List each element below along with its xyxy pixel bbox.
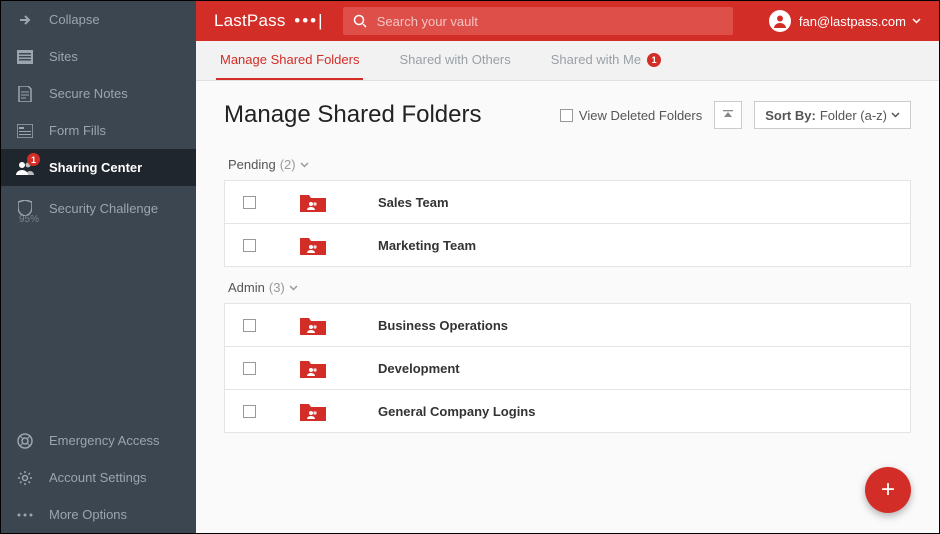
group-name: Pending [228, 157, 276, 172]
add-button[interactable]: + [865, 467, 911, 513]
sort-button[interactable]: Sort By: Folder (a-z) [754, 101, 911, 129]
logo-text: LastPass [214, 11, 286, 31]
chevron-down-icon [300, 162, 309, 168]
sidebar-item-label: More Options [49, 507, 127, 522]
sidebar-collapse[interactable]: Collapse [1, 1, 196, 38]
sidebar-item-security-challenge[interactable]: 95% Security Challenge [1, 186, 196, 230]
sort-value: Folder (a-z) [820, 108, 887, 123]
sidebar-item-label: Form Fills [49, 123, 106, 138]
shared-folder-icon [300, 315, 326, 335]
form-icon [15, 121, 35, 141]
sidebar-item-sites[interactable]: Sites [1, 38, 196, 75]
sidebar-item-account-settings[interactable]: Account Settings [1, 459, 196, 496]
sharing-badge: 1 [27, 153, 40, 166]
checkbox[interactable] [560, 109, 573, 122]
sidebar: Collapse Sites Secure Notes Form Fills 1 [1, 1, 196, 533]
lifebuoy-icon [15, 431, 35, 451]
tabs: Manage Shared Folders Shared with Others… [196, 41, 939, 81]
sidebar-item-form-fills[interactable]: Form Fills [1, 112, 196, 149]
user-email: fan@lastpass.com [799, 14, 906, 29]
gear-icon [15, 468, 35, 488]
plus-icon: + [881, 476, 895, 504]
sidebar-item-label: Sharing Center [49, 160, 142, 175]
chevron-down-icon [912, 18, 921, 24]
group-header-admin[interactable]: Admin (3) [228, 280, 911, 295]
tab-shared-with-me[interactable]: Shared with Me 1 [547, 41, 665, 80]
folder-row[interactable]: Development [224, 346, 911, 390]
collapse-all-button[interactable] [714, 101, 742, 129]
folder-name: Development [378, 361, 460, 376]
group-header-pending[interactable]: Pending (2) [228, 157, 911, 172]
avatar-icon [769, 10, 791, 32]
sidebar-item-emergency[interactable]: Emergency Access [1, 422, 196, 459]
user-menu[interactable]: fan@lastpass.com [769, 10, 921, 32]
folder-row[interactable]: Marketing Team [224, 223, 911, 267]
group-count: (3) [269, 280, 285, 295]
tab-manage-shared-folders[interactable]: Manage Shared Folders [216, 41, 363, 80]
search-wrap[interactable] [343, 7, 733, 35]
checkbox[interactable] [243, 319, 256, 332]
chevron-down-icon [289, 285, 298, 291]
vault-icon [15, 47, 35, 67]
folder-name: General Company Logins [378, 404, 535, 419]
folder-name: Business Operations [378, 318, 508, 333]
shared-folder-icon [300, 401, 326, 421]
search-icon [353, 14, 377, 28]
note-icon [15, 84, 35, 104]
search-input[interactable] [377, 14, 723, 29]
shared-folder-icon [300, 358, 326, 378]
tab-badge: 1 [647, 53, 661, 67]
folder-row[interactable]: Sales Team [224, 180, 911, 224]
sidebar-item-label: Security Challenge [49, 201, 158, 216]
tab-label: Shared with Me [551, 52, 641, 67]
main: LastPass •••| fan@lastpass.com Mana [196, 1, 939, 533]
topbar: LastPass •••| fan@lastpass.com [196, 1, 939, 41]
folder-row[interactable]: General Company Logins [224, 389, 911, 433]
checkbox[interactable] [243, 362, 256, 375]
folder-row[interactable]: Business Operations [224, 303, 911, 347]
dots-icon [15, 505, 35, 525]
group-count: (2) [280, 157, 296, 172]
content: Manage Shared Folders View Deleted Folde… [196, 81, 939, 533]
sidebar-item-more-options[interactable]: More Options [1, 496, 196, 533]
triangle-up-icon [722, 110, 734, 120]
logo: LastPass •••| [214, 11, 323, 31]
sidebar-item-label: Secure Notes [49, 86, 128, 101]
folder-name: Marketing Team [378, 238, 476, 253]
shared-folder-icon [300, 192, 326, 212]
arrow-right-icon [15, 10, 35, 30]
sidebar-item-label: Sites [49, 49, 78, 64]
tab-label: Shared with Others [399, 52, 510, 67]
security-percent: 95% [19, 214, 39, 225]
sidebar-item-label: Emergency Access [49, 433, 160, 448]
group-name: Admin [228, 280, 265, 295]
page-title: Manage Shared Folders [224, 101, 481, 129]
view-deleted-toggle[interactable]: View Deleted Folders [560, 108, 702, 123]
sidebar-item-sharing-center[interactable]: 1 Sharing Center [1, 149, 196, 186]
chevron-down-icon [891, 112, 900, 118]
tab-label: Manage Shared Folders [220, 52, 359, 67]
shared-folder-icon [300, 235, 326, 255]
sort-label: Sort By: [765, 108, 816, 123]
tab-shared-with-others[interactable]: Shared with Others [395, 41, 514, 80]
folder-name: Sales Team [378, 195, 449, 210]
checkbox[interactable] [243, 405, 256, 418]
sidebar-item-secure-notes[interactable]: Secure Notes [1, 75, 196, 112]
view-deleted-label: View Deleted Folders [579, 108, 702, 123]
sidebar-item-label: Account Settings [49, 470, 147, 485]
sidebar-collapse-label: Collapse [49, 12, 100, 27]
checkbox[interactable] [243, 239, 256, 252]
checkbox[interactable] [243, 196, 256, 209]
